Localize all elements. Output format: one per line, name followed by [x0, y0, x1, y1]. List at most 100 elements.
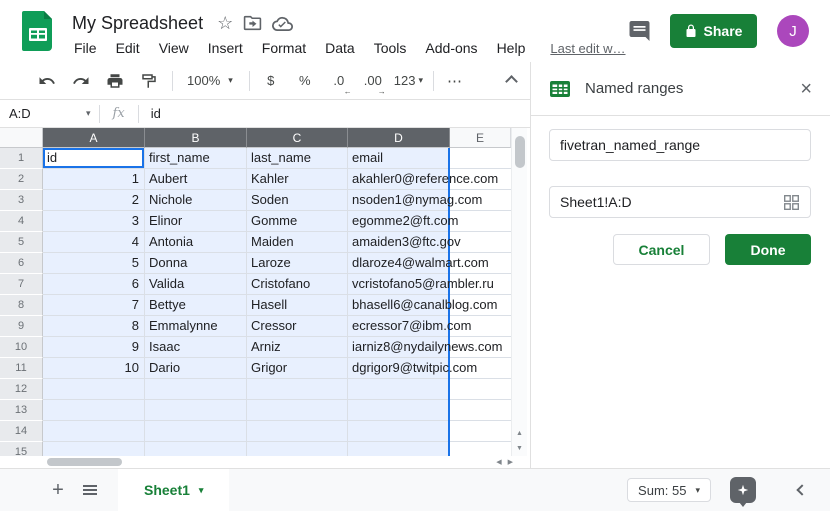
more-formats-button[interactable]: 123 ▾: [394, 68, 423, 94]
cell-B4[interactable]: Elinor: [145, 211, 247, 232]
cell-C10[interactable]: Arniz: [247, 337, 348, 358]
cell-C2[interactable]: Kahler: [247, 169, 348, 190]
cell-A2[interactable]: 1: [43, 169, 145, 190]
sum-dropdown[interactable]: Sum: 55 ▾: [627, 478, 711, 502]
column-header-d[interactable]: D: [348, 128, 450, 148]
decrease-decimal-button[interactable]: .0 ←: [326, 68, 352, 94]
last-edit-link[interactable]: Last edit w…: [550, 41, 625, 56]
zoom-select[interactable]: 100% ▾: [181, 68, 239, 94]
column-header-a[interactable]: A: [43, 128, 145, 148]
cell-C6[interactable]: Laroze: [247, 253, 348, 274]
cell-E15[interactable]: [450, 442, 511, 456]
scroll-left-button[interactable]: ◀: [496, 458, 501, 466]
formula-input[interactable]: id: [151, 106, 161, 121]
cell-B6[interactable]: Donna: [145, 253, 247, 274]
format-currency-button[interactable]: $: [258, 68, 284, 94]
cell-D2[interactable]: akahler0@reference.com: [348, 169, 450, 190]
sheets-logo-icon[interactable]: [22, 11, 54, 51]
cell-D8[interactable]: bhasell6@canalblog.com: [348, 295, 450, 316]
cell-C12[interactable]: [247, 379, 348, 400]
cell-E12[interactable]: [450, 379, 511, 400]
cell-A7[interactable]: 6: [43, 274, 145, 295]
cell-E14[interactable]: [450, 421, 511, 442]
column-header-e[interactable]: E: [450, 128, 511, 148]
row-header-6[interactable]: 6: [0, 253, 43, 274]
cell-C5[interactable]: Maiden: [247, 232, 348, 253]
menu-add-ons[interactable]: Add-ons: [423, 38, 479, 58]
cell-D15[interactable]: [348, 442, 450, 456]
cell-B10[interactable]: Isaac: [145, 337, 247, 358]
cell-B5[interactable]: Antonia: [145, 232, 247, 253]
horizontal-scrollbar-thumb[interactable]: [47, 458, 122, 466]
column-header-b[interactable]: B: [145, 128, 247, 148]
row-header-11[interactable]: 11: [0, 358, 43, 379]
cell-A15[interactable]: [43, 442, 145, 456]
cell-D14[interactable]: [348, 421, 450, 442]
cell-D6[interactable]: dlaroze4@walmart.com: [348, 253, 450, 274]
cell-A8[interactable]: 7: [43, 295, 145, 316]
row-header-10[interactable]: 10: [0, 337, 43, 358]
cell-D5[interactable]: amaiden3@ftc.gov: [348, 232, 450, 253]
cell-B7[interactable]: Valida: [145, 274, 247, 295]
cell-A6[interactable]: 5: [43, 253, 145, 274]
paint-format-button[interactable]: [136, 68, 162, 94]
avatar[interactable]: J: [777, 15, 809, 47]
row-header-4[interactable]: 4: [0, 211, 43, 232]
redo-button[interactable]: [68, 68, 94, 94]
menu-data[interactable]: Data: [323, 38, 357, 58]
row-header-3[interactable]: 3: [0, 190, 43, 211]
cell-E1[interactable]: [450, 148, 511, 169]
cell-E4[interactable]: [450, 211, 511, 232]
row-header-5[interactable]: 5: [0, 232, 43, 253]
cell-B1[interactable]: first_name: [145, 148, 247, 169]
column-header-c[interactable]: C: [247, 128, 348, 148]
comment-icon[interactable]: [627, 19, 652, 43]
row-header-8[interactable]: 8: [0, 295, 43, 316]
cell-B13[interactable]: [145, 400, 247, 421]
menu-view[interactable]: View: [157, 38, 191, 58]
cell-D7[interactable]: vcristofano5@rambler.ru: [348, 274, 450, 295]
cell-B9[interactable]: Emmalynne: [145, 316, 247, 337]
row-header-13[interactable]: 13: [0, 400, 43, 421]
cell-A12[interactable]: [43, 379, 145, 400]
row-header-15[interactable]: 15: [0, 442, 43, 456]
scroll-down-button[interactable]: ▼: [512, 441, 527, 456]
scroll-right-button[interactable]: ▶: [508, 458, 513, 466]
cell-A13[interactable]: [43, 400, 145, 421]
format-percent-button[interactable]: %: [292, 68, 318, 94]
add-sheet-button[interactable]: +: [44, 476, 72, 504]
menu-help[interactable]: Help: [495, 38, 528, 58]
cell-C7[interactable]: Cristofano: [247, 274, 348, 295]
vertical-scrollbar-thumb[interactable]: [515, 136, 525, 168]
cell-A14[interactable]: [43, 421, 145, 442]
tab-sheet1[interactable]: Sheet1 ▾: [118, 469, 229, 511]
cell-C13[interactable]: [247, 400, 348, 421]
cell-E13[interactable]: [450, 400, 511, 421]
explore-button[interactable]: [730, 477, 756, 503]
cell-C14[interactable]: [247, 421, 348, 442]
collapse-panel-button[interactable]: [794, 482, 810, 498]
cell-A3[interactable]: 2: [43, 190, 145, 211]
cell-A5[interactable]: 4: [43, 232, 145, 253]
range-name-input[interactable]: [560, 137, 800, 153]
scroll-up-button[interactable]: ▲: [512, 426, 527, 441]
cell-C4[interactable]: Gomme: [247, 211, 348, 232]
cell-C1[interactable]: last_name: [247, 148, 348, 169]
name-box[interactable]: A:D: [0, 106, 86, 121]
close-icon[interactable]: ×: [800, 79, 812, 99]
cell-D1[interactable]: email: [348, 148, 450, 169]
cell-A11[interactable]: 10: [43, 358, 145, 379]
share-button[interactable]: Share: [670, 14, 757, 48]
menu-format[interactable]: Format: [260, 38, 308, 58]
row-header-9[interactable]: 9: [0, 316, 43, 337]
horizontal-scrollbar[interactable]: ◀ ▶: [43, 456, 527, 468]
select-all-corner[interactable]: [0, 128, 43, 148]
row-header-2[interactable]: 2: [0, 169, 43, 190]
move-folder-icon[interactable]: [243, 15, 262, 31]
cell-A9[interactable]: 8: [43, 316, 145, 337]
cell-C8[interactable]: Hasell: [247, 295, 348, 316]
row-header-1[interactable]: 1: [0, 148, 43, 169]
all-sheets-button[interactable]: [76, 476, 104, 504]
cell-D11[interactable]: dgrigor9@twitpic.com: [348, 358, 450, 379]
cell-B12[interactable]: [145, 379, 247, 400]
